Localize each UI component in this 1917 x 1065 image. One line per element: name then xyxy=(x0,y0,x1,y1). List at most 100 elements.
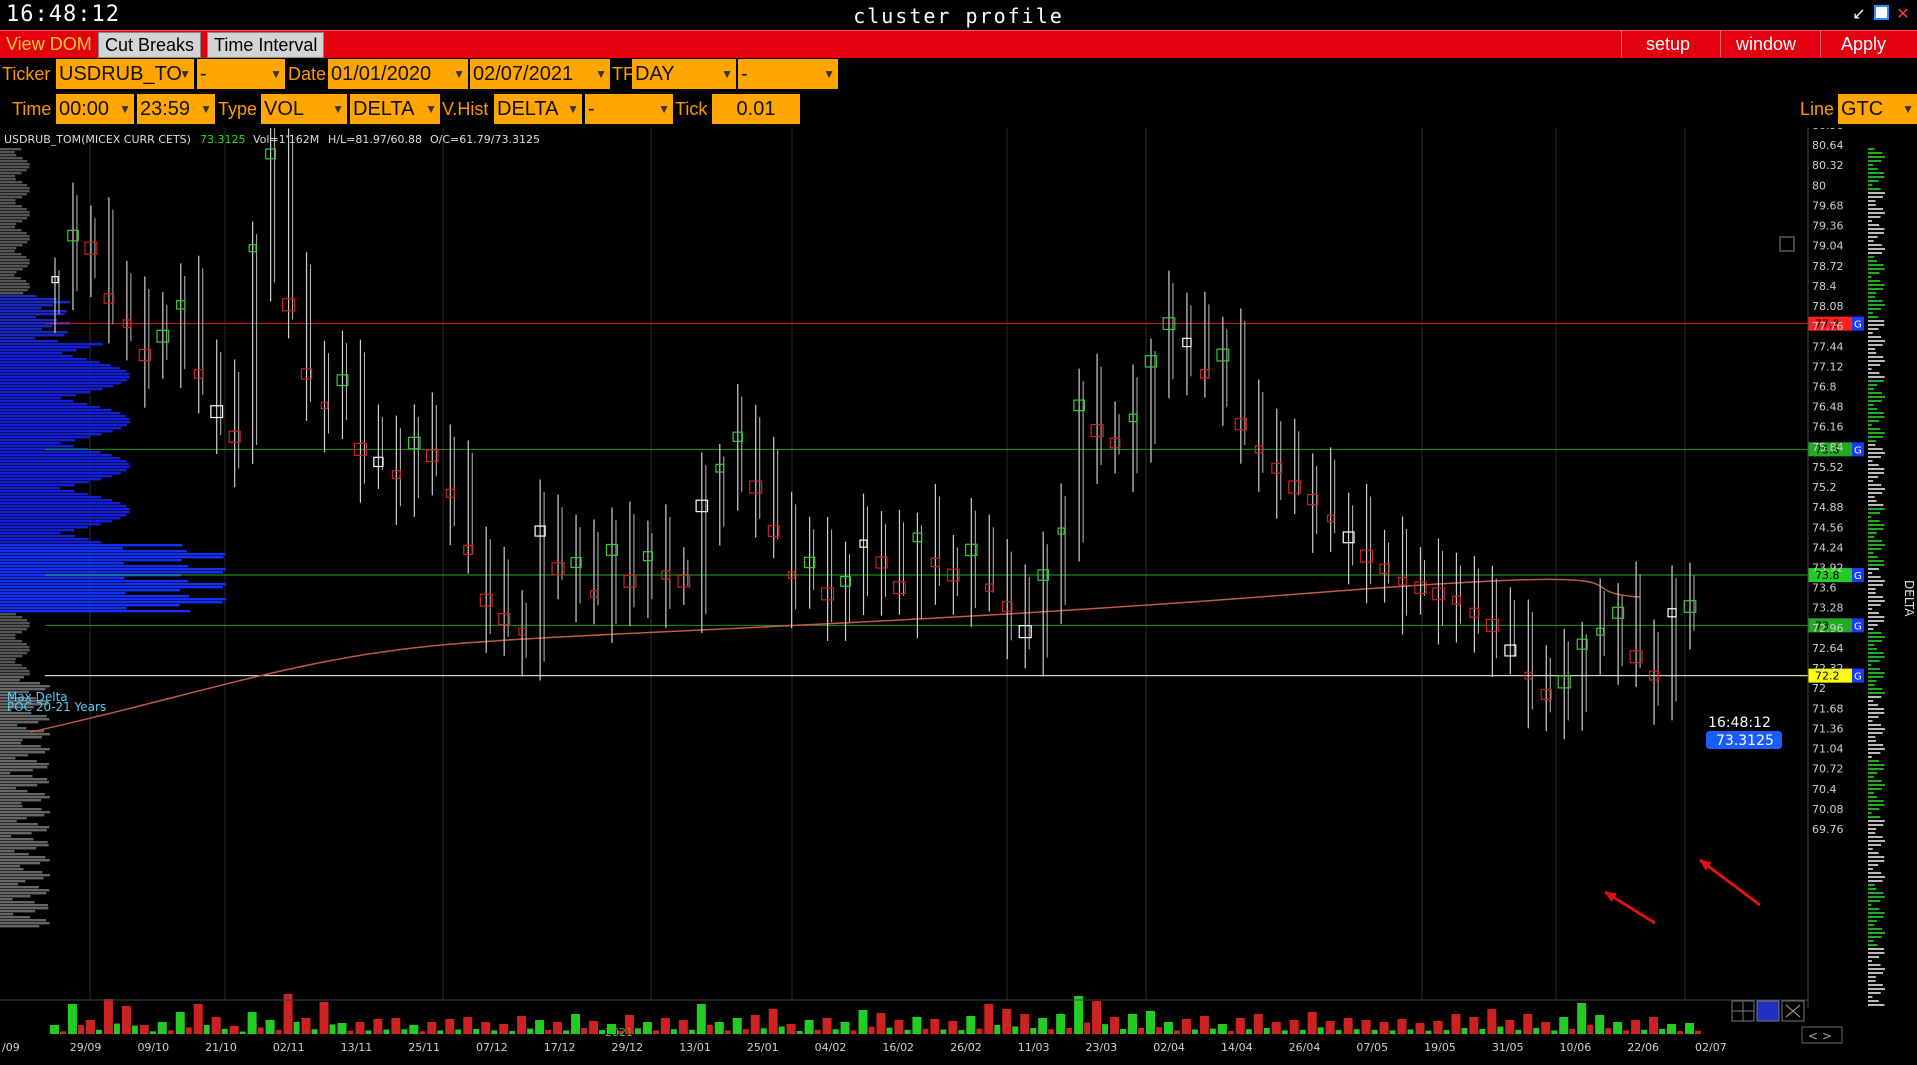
candle xyxy=(1018,564,1032,669)
vhist-sub-select[interactable]: - ▼ xyxy=(585,94,673,124)
delta-bar xyxy=(1868,732,1883,734)
volume-bar xyxy=(760,1028,767,1034)
y-tick-label: 74.88 xyxy=(1812,501,1844,514)
profile-bar xyxy=(0,439,76,442)
delta-bar xyxy=(1868,980,1876,982)
delta-bar xyxy=(1868,216,1881,218)
minimize-icon[interactable]: ↙ xyxy=(1850,5,1868,23)
time-to-select[interactable]: 23:59 ▼ xyxy=(137,94,215,124)
date-to-select[interactable]: 02/07/2021 ▼ xyxy=(470,59,610,89)
volume-bar xyxy=(1163,1022,1173,1034)
line-select[interactable]: GTC ▼ xyxy=(1838,94,1917,124)
delta-bar xyxy=(1868,292,1877,294)
chevron-down-icon: ▼ xyxy=(567,102,579,116)
window-button[interactable]: window xyxy=(1730,32,1802,56)
profile-bar xyxy=(0,811,50,814)
profile-bar xyxy=(0,388,103,391)
tf-select[interactable]: DAY ▼ xyxy=(632,59,736,89)
y-tick-label: 73.28 xyxy=(1812,602,1844,615)
delta-bar xyxy=(1868,584,1883,586)
volume-bar xyxy=(1173,1030,1180,1034)
close-icon[interactable]: ✕ xyxy=(1894,5,1912,23)
candle xyxy=(875,511,888,616)
ticker-sub-select[interactable]: - ▼ xyxy=(197,59,285,89)
delta-bar xyxy=(1868,728,1885,730)
delta-bar xyxy=(1868,720,1873,722)
tf-sub-select[interactable]: - ▼ xyxy=(738,59,838,89)
grid-toggle-icon[interactable] xyxy=(1731,1000,1755,1022)
candle xyxy=(1683,562,1697,650)
profile-bar xyxy=(0,457,121,460)
volume-bar xyxy=(473,1028,480,1034)
profile-bar xyxy=(0,901,35,904)
volume-bar xyxy=(850,1030,857,1034)
volume-bar xyxy=(1191,1029,1198,1034)
time-from-select[interactable]: 00:00 ▼ xyxy=(56,94,134,124)
apply-button[interactable]: Apply xyxy=(1835,32,1892,56)
profile-bar xyxy=(0,769,33,772)
layout-icon[interactable] xyxy=(1756,1000,1780,1022)
pencil-icon[interactable] xyxy=(1779,236,1795,252)
profile-bar xyxy=(0,805,23,808)
candle xyxy=(193,255,204,414)
delta-bar xyxy=(1868,240,1874,242)
x-tick-label: 22/06 xyxy=(1627,1041,1659,1054)
volume-bar xyxy=(67,1004,77,1034)
y-tick-label: 79.04 xyxy=(1812,240,1844,253)
profile-bar xyxy=(0,502,121,505)
volume-bar xyxy=(481,1022,491,1034)
profile-bar xyxy=(0,193,27,196)
menu-view-dom[interactable]: View DOM xyxy=(0,32,98,56)
profile-bar xyxy=(0,430,113,433)
delta-bar xyxy=(1868,960,1872,962)
tab-time-interval[interactable]: Time Interval xyxy=(207,32,325,58)
profile-bar xyxy=(0,595,190,598)
expand-icon[interactable] xyxy=(1781,1000,1805,1022)
tick-input[interactable]: 0.01 xyxy=(712,94,800,124)
candle xyxy=(518,590,527,677)
chart-area[interactable]: 77.8G75.8G73.8G73G72.2G 80.9680.6480.328… xyxy=(0,128,1917,1065)
ticker-select[interactable]: USDRUB_TO ▼ xyxy=(56,59,194,89)
profile-bar xyxy=(0,505,127,508)
tab-cut-breaks[interactable]: Cut Breaks xyxy=(98,32,202,58)
delta-bar xyxy=(1868,468,1885,470)
profile-bar xyxy=(0,427,122,430)
candle xyxy=(1090,353,1104,484)
red-arrow xyxy=(1699,858,1761,907)
candle xyxy=(1469,555,1480,653)
scroll-arrows-icon[interactable]: < > xyxy=(1801,1026,1843,1044)
chevron-down-icon: ▼ xyxy=(1902,102,1914,116)
type-select[interactable]: VOL ▼ xyxy=(261,94,347,124)
volume-bar xyxy=(714,1022,724,1034)
delta-bar xyxy=(1868,616,1885,618)
profile-bar xyxy=(0,799,42,802)
candle xyxy=(1629,561,1643,688)
delta-bar xyxy=(1868,500,1877,502)
delta-bar xyxy=(1868,752,1881,754)
maximize-icon[interactable] xyxy=(1872,5,1890,23)
delta-bar xyxy=(1868,412,1884,414)
volume-bar xyxy=(1623,1030,1630,1034)
candle xyxy=(1234,308,1247,464)
delta-bar xyxy=(1868,656,1885,658)
profile-bar xyxy=(0,412,121,415)
svg-text:< >: < > xyxy=(1808,1029,1832,1043)
candle xyxy=(1451,552,1461,643)
volume-bar xyxy=(535,1020,545,1034)
delta-bar xyxy=(1868,860,1885,862)
vhist-select[interactable]: DELTA ▼ xyxy=(494,94,582,124)
delta-bar xyxy=(1868,804,1885,806)
profile-bar xyxy=(0,835,12,838)
delta-bar xyxy=(1868,420,1880,422)
volume-bar xyxy=(1433,1021,1443,1034)
delta-bar xyxy=(1868,684,1875,686)
volume-bar xyxy=(634,1028,641,1034)
date-from-select[interactable]: 01/01/2020 ▼ xyxy=(328,59,468,89)
volume-bar xyxy=(1263,1028,1270,1034)
type-sub-select[interactable]: DELTA ▼ xyxy=(350,94,440,124)
candle xyxy=(1199,291,1210,398)
setup-button[interactable]: setup xyxy=(1640,32,1696,56)
profile-bar xyxy=(0,478,102,481)
delta-bar xyxy=(1868,296,1875,298)
profile-bar xyxy=(0,418,130,421)
